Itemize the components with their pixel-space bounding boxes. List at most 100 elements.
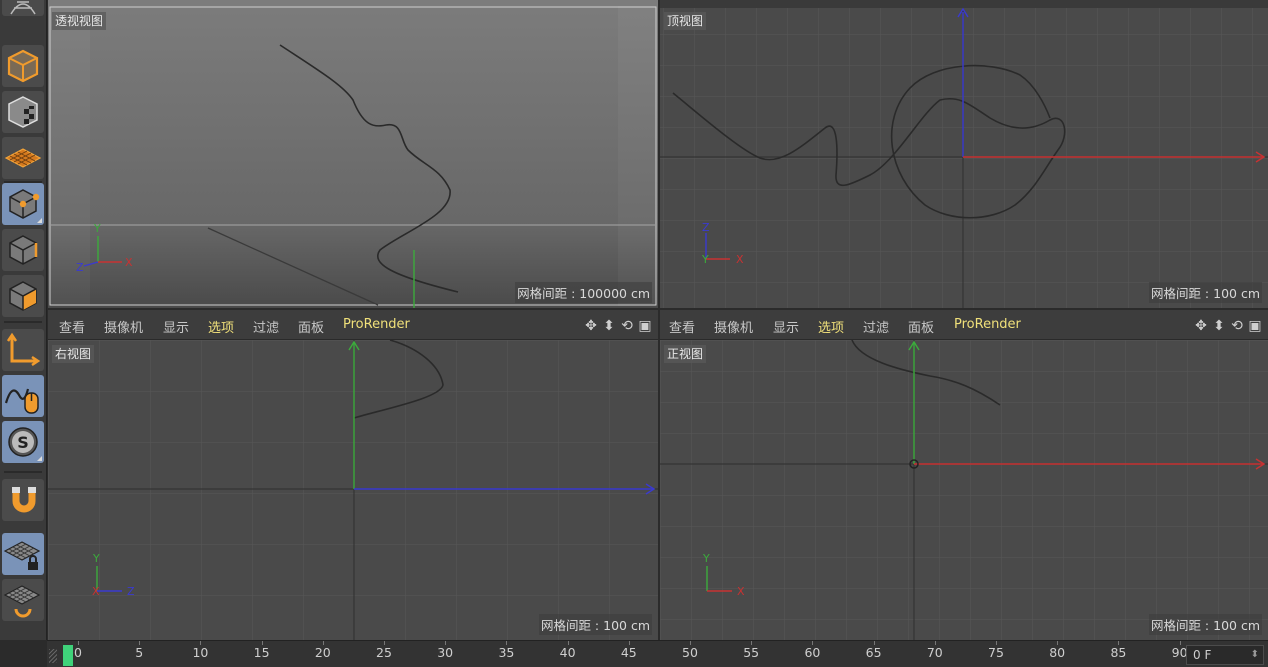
timeline-ruler[interactable]: 0 5 10 15 20 25 30 35 40 45 50 55 60 65 70 75 80 85 90 0 F…: [47, 640, 1268, 667]
toggle-view-icon[interactable]: ▣: [636, 317, 654, 335]
menu-view[interactable]: 查看: [669, 317, 695, 336]
timeline-tick-label: 80: [1049, 645, 1066, 660]
menu-panel[interactable]: 面板: [908, 317, 934, 336]
snap-icon: [12, 487, 36, 513]
menu-filter[interactable]: 过滤: [253, 317, 279, 336]
z-axis-label: Z: [127, 585, 135, 598]
playhead-marker[interactable]: [63, 645, 73, 666]
viewport-nav-controls: ✥ ⬍ ⟲ ▣: [1192, 317, 1264, 335]
y-axis-label: Y: [93, 222, 101, 235]
timeline-tick-label: 55: [743, 645, 760, 660]
timeline-tick-label: 45: [620, 645, 637, 660]
menu-view[interactable]: 查看: [59, 317, 85, 336]
timeline-tick-label: 85: [1110, 645, 1127, 660]
polygons-mode-button[interactable]: [2, 275, 44, 317]
front-viewport[interactable]: 查看 摄像机 显示 选项 过滤 面板 ProRender ✥⬍⟲▣ Y X: [660, 310, 1268, 640]
timeline-tick-label: 35: [498, 645, 515, 660]
snap-button[interactable]: [2, 479, 44, 521]
menu-panel[interactable]: 面板: [298, 317, 324, 336]
y-axis-label: Y: [701, 253, 709, 266]
rotate-view-icon[interactable]: ⟲: [1228, 317, 1246, 335]
x-axis-label: X: [736, 253, 744, 266]
texture-mode-button[interactable]: [2, 91, 44, 133]
viewport-menubar: 查看 摄像机 显示 选项 过滤 面板 ProRender ✥ ⬍ ⟲ ▣: [660, 310, 1268, 340]
perspective-viewport[interactable]: Y X Z 透视视图 网格间距 : 100000 cm: [48, 0, 658, 308]
polygons-mode-icon: [9, 281, 37, 311]
timeline-tick-label: 0: [74, 645, 82, 660]
z-axis-label: Z: [702, 221, 710, 234]
grid-spacing-label: 网格间距 : 100 cm: [538, 614, 652, 635]
tweak-mode-icon: [4, 388, 39, 414]
menu-display[interactable]: 显示: [163, 317, 189, 336]
menu-camera[interactable]: 摄像机: [104, 317, 143, 336]
top-viewport[interactable]: Z Y X 顶视图 网格间距 : 100 cm: [660, 0, 1268, 308]
texture-mode-icon: [8, 96, 38, 128]
workplane-align-icon: [3, 585, 41, 618]
move-view-icon[interactable]: ✥: [582, 317, 600, 335]
workplane-lock-icon: [3, 541, 41, 570]
timeline-tick-label: 50: [682, 645, 698, 660]
menu-prorender[interactable]: ProRender: [343, 317, 410, 332]
timeline-tick-label: 75: [988, 645, 1004, 660]
edges-mode-icon: [9, 235, 38, 265]
workplane-align-button[interactable]: [2, 579, 44, 621]
zoom-view-icon[interactable]: ⬍: [600, 317, 618, 335]
axis-mode-button[interactable]: [2, 329, 44, 371]
toggle-view-icon[interactable]: ▣: [1246, 317, 1264, 335]
menu-filter[interactable]: 过滤: [863, 317, 889, 336]
timeline-tick-label: 20: [314, 645, 331, 660]
timeline-tick-label: 40: [559, 645, 576, 660]
grid-spacing-label: 网格间距 : 100000 cm: [515, 282, 652, 303]
axis-mode-icon: [6, 332, 41, 367]
y-axis-label: Y: [92, 552, 100, 565]
workplane-lock-button[interactable]: [2, 533, 44, 575]
menu-options[interactable]: 选项: [818, 317, 844, 336]
wireframe-sphere-icon: [10, 1, 36, 15]
current-frame-field[interactable]: 0 F ⬍: [1186, 645, 1264, 665]
front-scene: Y X: [660, 340, 1268, 640]
svg-text:S: S: [17, 433, 29, 452]
solo-mode-button[interactable]: S: [2, 421, 44, 463]
timeline-grip-handle[interactable]: [49, 649, 57, 663]
model-mode-icon: [7, 49, 39, 83]
tweak-mode-button[interactable]: [2, 375, 44, 417]
menu-options[interactable]: 选项: [208, 317, 234, 336]
current-frame-value: 0 F: [1193, 648, 1212, 662]
move-view-icon[interactable]: ✥: [1192, 317, 1210, 335]
workplane-mode-button[interactable]: [2, 137, 44, 179]
edges-mode-button[interactable]: [2, 229, 44, 271]
menu-display[interactable]: 显示: [773, 317, 799, 336]
menu-camera[interactable]: 摄像机: [714, 317, 753, 336]
polygon-pen-tool-button[interactable]: [2, 0, 44, 16]
viewport-title: 顶视图: [664, 12, 707, 30]
zoom-view-icon[interactable]: ⬍: [1210, 317, 1228, 335]
points-mode-button[interactable]: [2, 183, 44, 225]
timeline-tick-label: 5: [135, 645, 144, 660]
menu-prorender[interactable]: ProRender: [954, 317, 1021, 332]
x-axis-label: X: [92, 585, 100, 598]
timeline-tick-label: 30: [437, 645, 454, 660]
timeline-tick-label: 25: [376, 645, 392, 660]
mode-toolbar: S: [0, 0, 47, 640]
frame-spinner-icon[interactable]: ⬍: [1251, 646, 1259, 664]
viewport-title: 右视图: [52, 345, 95, 363]
timeline-tick-label: 10: [192, 645, 209, 660]
viewport-menubar: 查看 摄像机 显示 选项 过滤 面板 ProRender ✥ ⬍ ⟲ ▣: [48, 310, 658, 340]
timeline-tick-label: 65: [865, 645, 882, 660]
grid-spacing-label: 网格间距 : 100 cm: [1148, 614, 1262, 635]
grid-spacing-label: 网格间距 : 100 cm: [1148, 282, 1262, 303]
x-axis-label: X: [125, 256, 133, 269]
x-axis-label: X: [737, 585, 745, 598]
top-scene: Z Y X: [660, 0, 1268, 308]
y-axis-label: Y: [702, 552, 710, 565]
rotate-view-icon[interactable]: ⟲: [618, 317, 636, 335]
viewport-title: 正视图: [664, 345, 707, 363]
right-viewport[interactable]: 查看 摄像机 显示 选项 过滤 面板 ProRender ✥ ⬍ ⟲ ▣ Y X Z: [48, 310, 658, 640]
model-mode-button[interactable]: [2, 45, 44, 87]
perspective-scene: Y X Z: [48, 0, 658, 308]
viewport-nav-controls: ✥ ⬍ ⟲ ▣: [582, 317, 654, 335]
right-scene: Y X Z: [48, 340, 658, 640]
timeline-tick-label: 70: [926, 645, 943, 660]
timeline-tick-label: 60: [804, 645, 821, 660]
workplane-mode-icon: [4, 148, 42, 168]
